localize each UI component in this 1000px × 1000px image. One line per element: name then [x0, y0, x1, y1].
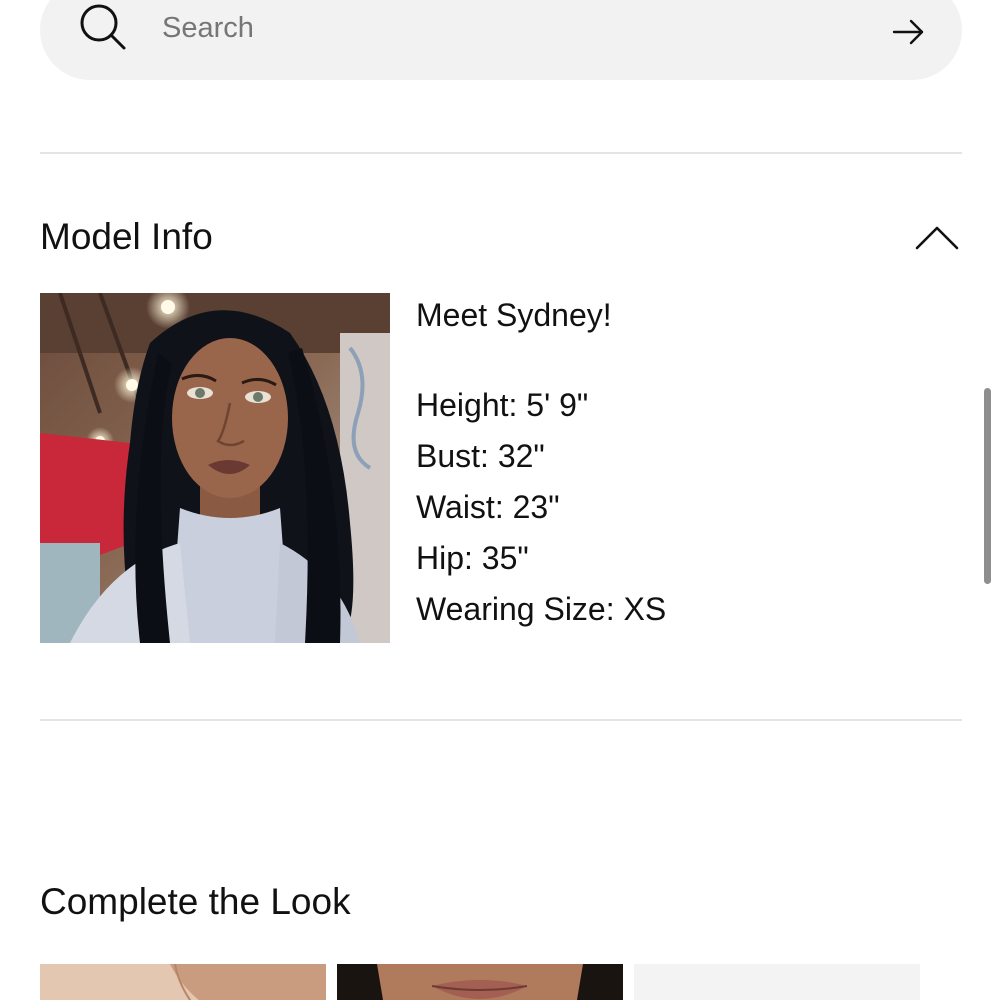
complete-the-look-title: Complete the Look — [40, 881, 351, 922]
complete-the-look-carousel — [40, 964, 940, 1000]
model-stat-height: Height: 5' 9" — [416, 387, 589, 423]
look-item-image[interactable] — [40, 964, 326, 1000]
look-item-image[interactable] — [337, 964, 623, 1000]
search-bar — [40, 0, 962, 80]
product-page: Model Info — [0, 0, 1000, 1000]
chevron-up-icon — [912, 226, 962, 261]
search-icon[interactable] — [78, 2, 130, 54]
model-stat-hip: Hip: 35" — [416, 540, 529, 576]
model-intro: Meet Sydney! — [416, 297, 612, 333]
model-stat-bust: Bust: 32" — [416, 438, 545, 474]
model-photo — [40, 293, 390, 643]
divider — [40, 152, 962, 154]
model-stat-wearing-size: Wearing Size: XS — [416, 591, 667, 627]
model-stats-list: Height: 5' 9" Bust: 32" Waist: 23" Hip: … — [416, 380, 956, 635]
model-stat-waist: Waist: 23" — [416, 489, 560, 525]
model-details: Meet Sydney! Height: 5' 9" Bust: 32" Wai… — [416, 290, 956, 635]
search-submit-button[interactable] — [886, 10, 930, 54]
collapse-toggle-button[interactable] — [912, 214, 962, 258]
model-info-header[interactable]: Model Info — [40, 210, 962, 266]
scrollbar-thumb[interactable] — [984, 388, 991, 584]
divider — [40, 719, 962, 721]
model-info-title: Model Info — [40, 216, 213, 257]
search-input[interactable] — [162, 2, 762, 54]
arrow-right-icon — [886, 19, 930, 57]
look-item-image[interactable] — [634, 964, 920, 1000]
